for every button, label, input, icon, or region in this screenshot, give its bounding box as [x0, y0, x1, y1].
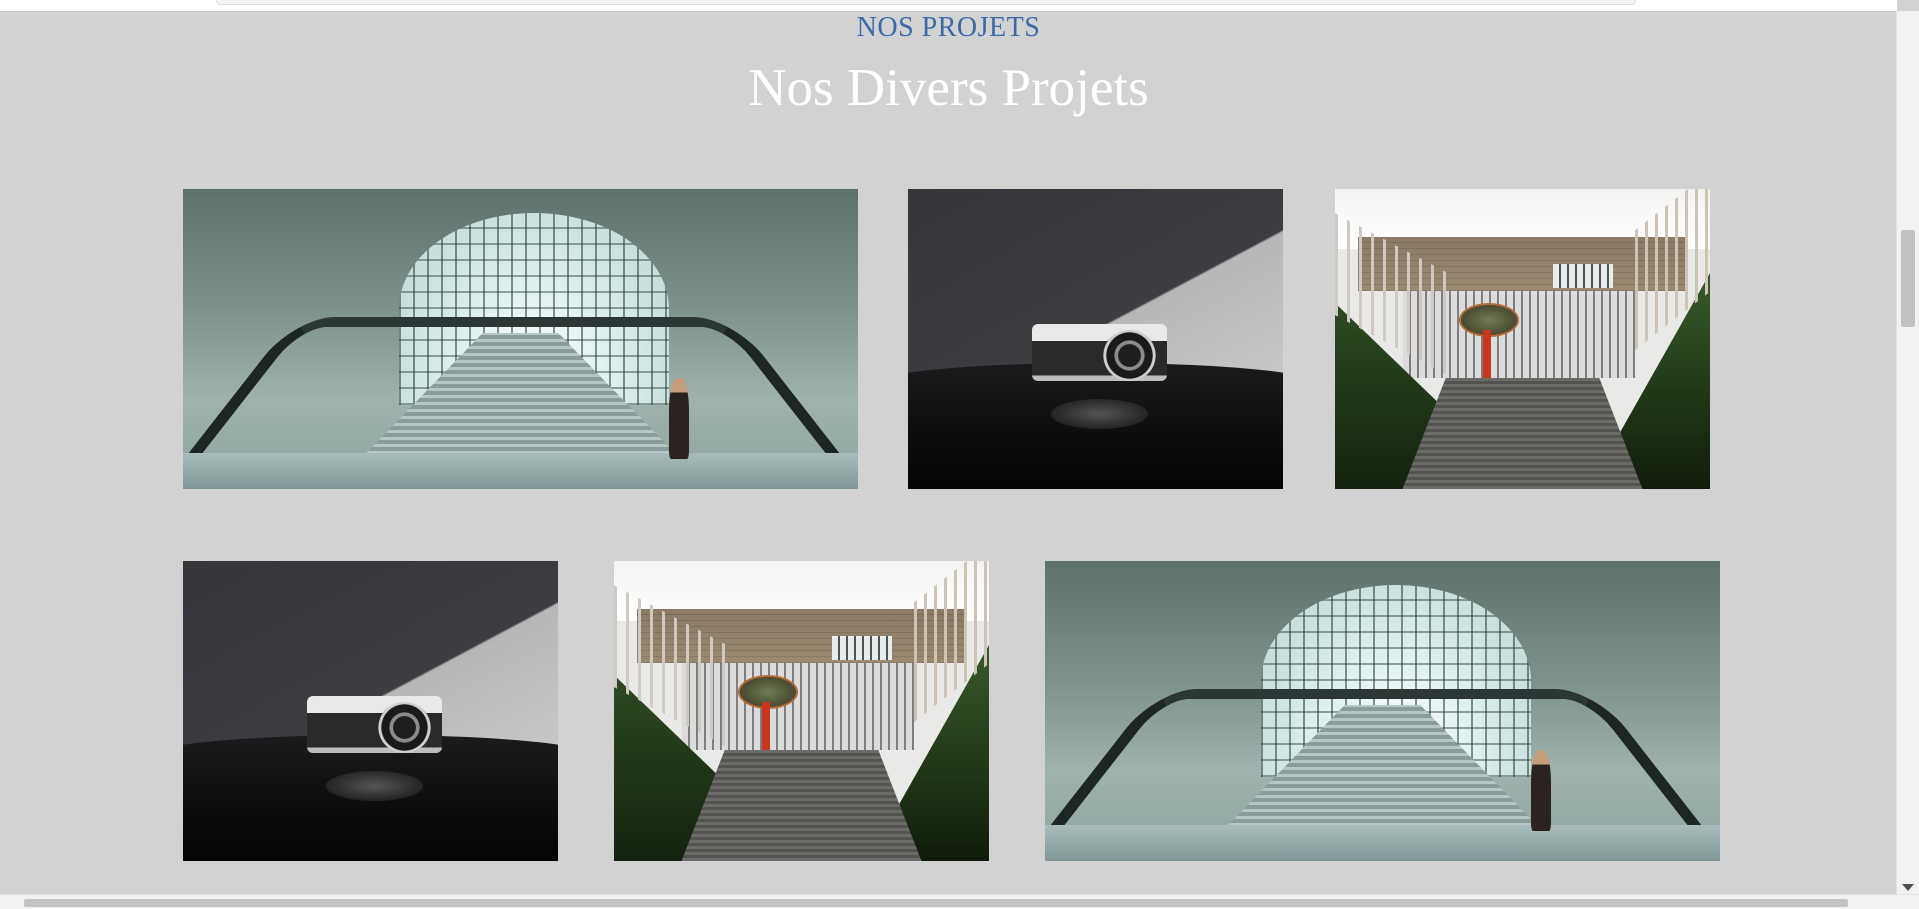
scroll-down-arrow-icon[interactable] — [1902, 884, 1914, 891]
photo-detail-reflection — [325, 771, 423, 801]
photo-detail-reflection — [1050, 399, 1148, 429]
photo-detail-pole — [1483, 330, 1491, 378]
photo-detail-lens — [1103, 330, 1156, 381]
project-photo-escalator[interactable] — [1045, 561, 1720, 861]
project-photo-camera[interactable] — [183, 561, 558, 861]
photo-detail-window — [1552, 264, 1613, 288]
horizontal-scrollbar[interactable] — [0, 894, 1919, 909]
vertical-scrollbar[interactable] — [1896, 11, 1919, 895]
photo-detail-pole — [762, 702, 770, 750]
top-search-shadow — [216, 0, 1636, 5]
project-photo-house[interactable] — [614, 561, 989, 861]
section-eyebrow: NOS PROJETS — [856, 12, 1041, 43]
photo-detail-steps — [681, 750, 922, 861]
top-bar — [0, 0, 1897, 12]
horizontal-scrollbar-thumb[interactable] — [24, 899, 1848, 907]
section-title: Nos Divers Projets — [748, 59, 1149, 117]
photo-detail-floor — [183, 453, 858, 489]
photo-detail-person — [669, 378, 690, 459]
photo-detail-window — [831, 636, 892, 660]
project-photo-escalator[interactable] — [183, 189, 858, 489]
photo-detail-floor — [1045, 825, 1720, 861]
photo-detail-steps — [1402, 378, 1643, 489]
photo-detail-lens — [378, 702, 431, 753]
photo-detail-person — [1531, 750, 1552, 831]
project-photo-camera[interactable] — [908, 189, 1283, 489]
project-photo-house[interactable] — [1335, 189, 1710, 489]
vertical-scrollbar-thumb[interactable] — [1901, 230, 1915, 327]
